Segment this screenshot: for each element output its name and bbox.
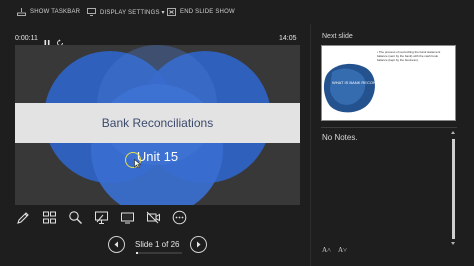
- notes-scrollbar-thumb[interactable]: [452, 139, 455, 239]
- black-screen-button[interactable]: [119, 209, 136, 226]
- more-options-icon: [172, 210, 187, 225]
- current-slide[interactable]: Bank Reconciliations Unit 15: [15, 45, 300, 205]
- monitor-icon: [87, 8, 96, 16]
- notes-scroll-up-arrow[interactable]: [451, 131, 455, 134]
- slide-counter[interactable]: Slide 1 of 26: [135, 240, 179, 249]
- end-slide-show-label: END SLIDE SHOW: [180, 9, 235, 15]
- top-toolbar: SHOW TASKBAR DISPLAY SETTINGS ▾ END SLID…: [0, 0, 474, 24]
- slide-navigation: Slide 1 of 26: [108, 236, 208, 254]
- slide-title: Bank Reconciliations: [101, 116, 214, 130]
- slide-progress-fill: [136, 252, 138, 254]
- next-slide-bullet: • The process of reconciling the bank st…: [377, 50, 441, 62]
- camera-toggle-button[interactable]: [145, 209, 162, 226]
- presenter-tools: [15, 209, 188, 227]
- clock: 14:05: [279, 35, 297, 42]
- pane-divider[interactable]: [310, 24, 311, 266]
- increase-font-button[interactable]: A˄: [322, 246, 331, 254]
- elapsed-timer: 0:00:11: [15, 35, 38, 42]
- mouse-cursor-icon: [134, 159, 142, 169]
- notes-separator: [321, 127, 457, 128]
- reset-timer-button[interactable]: [56, 34, 64, 46]
- next-slide-title: WHAT IS BANK RECONCILIATION?: [332, 80, 398, 85]
- more-options-button[interactable]: [171, 209, 188, 226]
- pen-tool-button[interactable]: [15, 209, 32, 226]
- zoom-button[interactable]: [67, 209, 84, 226]
- show-taskbar-label: SHOW TASKBAR: [30, 9, 81, 15]
- slide-subtitle: Unit 15: [136, 149, 179, 164]
- chevron-left-icon: [114, 241, 118, 248]
- pause-timer-button[interactable]: [43, 34, 51, 46]
- slides-grid-icon: [43, 211, 56, 224]
- display-settings-label: DISPLAY SETTINGS ▾: [100, 9, 165, 16]
- decrease-font-button[interactable]: A˅: [338, 246, 347, 254]
- camera-off-icon: [146, 211, 160, 224]
- next-slide-button[interactable]: [190, 236, 207, 253]
- next-slide-thumbnail[interactable]: • The process of reconciling the bank st…: [321, 45, 456, 121]
- previous-slide-button[interactable]: [108, 236, 125, 253]
- chevron-right-icon: [197, 241, 201, 248]
- pointer-laser-icon: [95, 211, 108, 224]
- speaker-notes[interactable]: No Notes.: [322, 133, 358, 142]
- end-show-icon: [167, 8, 176, 16]
- display-settings-button[interactable]: DISPLAY SETTINGS ▾: [87, 5, 165, 19]
- slide-progress-bar: [136, 252, 182, 254]
- black-screen-icon: [121, 212, 134, 224]
- pen-icon: [17, 212, 29, 224]
- next-slide-label: Next slide: [322, 33, 353, 40]
- notes-scroll-down-arrow[interactable]: [451, 242, 455, 245]
- slide-title-band: Bank Reconciliations: [15, 103, 300, 143]
- see-all-slides-button[interactable]: [41, 209, 58, 226]
- laser-pointer-button[interactable]: [93, 209, 110, 226]
- taskbar-icon: [17, 8, 26, 16]
- end-slide-show-button[interactable]: END SLIDE SHOW: [167, 5, 235, 19]
- show-taskbar-button[interactable]: SHOW TASKBAR: [17, 5, 80, 19]
- zoom-icon: [69, 211, 82, 224]
